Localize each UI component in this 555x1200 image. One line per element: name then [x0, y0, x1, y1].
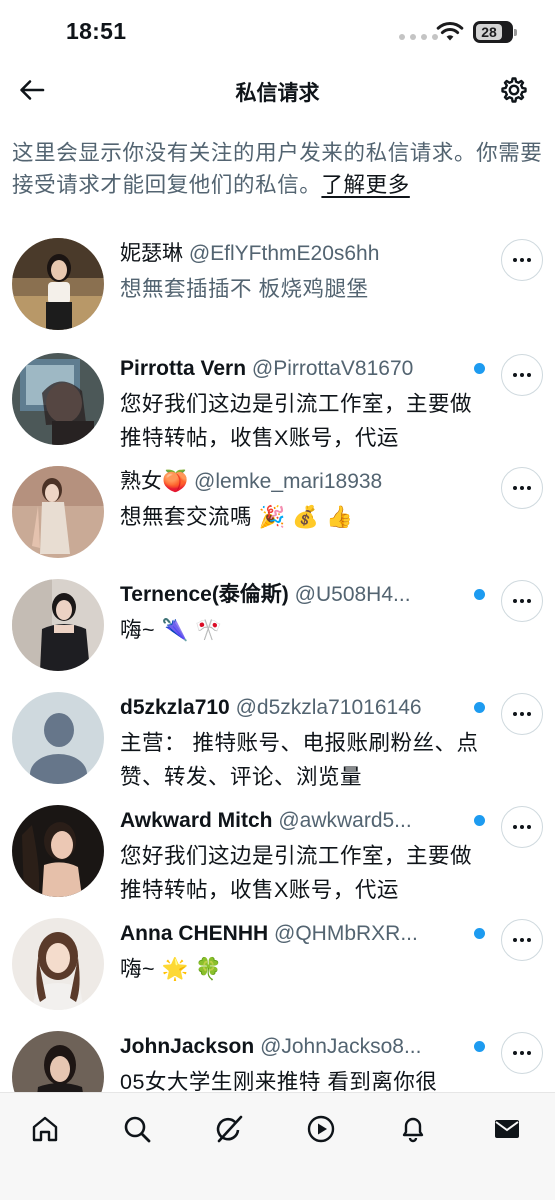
page-title: 私信请求: [235, 82, 320, 105]
list-item[interactable]: 熟女🍑 @lemke_mari18938 想無套交流嗎 🎉 💰 👍: [0, 464, 555, 574]
unread-indicator: [474, 589, 485, 600]
intro-text: 这里会显示你没有关注的用户发来的私信请求。你需要接受请求才能回复他们的私信。了解…: [12, 137, 547, 201]
display-name: Anna CHENHH: [120, 922, 269, 945]
user-handle: @lemke_mari18938: [194, 470, 383, 493]
more-options-button[interactable]: [501, 806, 543, 848]
grok-icon: [216, 1115, 243, 1143]
cellular-signal-icon: [399, 34, 438, 40]
list-item[interactable]: d5zkzla710 @d5zkzla71016146 主营： 推特账号、电报账…: [0, 690, 555, 800]
message-preview: 想無套交流嗎 🎉 💰 👍: [120, 505, 354, 529]
message-preview: 您好我们这边是引流工作室，主要做推特转帖，收售X账号，代运: [120, 392, 473, 450]
bottom-tab-bar: [0, 1092, 555, 1200]
more-options-button[interactable]: [501, 693, 543, 735]
intro-description: 这里会显示你没有关注的用户发来的私信请求。你需要接受请求才能回复他们的私信。: [12, 141, 543, 197]
tab-home[interactable]: [23, 1107, 67, 1151]
more-dots-icon: [513, 938, 517, 942]
unread-indicator: [474, 702, 485, 713]
unread-indicator: [474, 1041, 485, 1052]
video-icon: [307, 1115, 335, 1143]
more-dots-icon: [513, 258, 517, 262]
wifi-icon: [436, 21, 464, 41]
mail-icon: [495, 1120, 519, 1138]
list-item[interactable]: Anna CHENHH @QHMbRXR... 嗨~ 🌟 🍀: [0, 916, 555, 1026]
more-dots-icon: [513, 373, 517, 377]
more-options-button[interactable]: [501, 239, 543, 281]
user-handle: @awkward5...: [278, 809, 412, 832]
tab-video[interactable]: [299, 1107, 343, 1151]
unread-indicator: [474, 815, 485, 826]
display-name: d5zkzla710: [120, 696, 230, 719]
more-dots-icon: [513, 712, 517, 716]
more-options-button[interactable]: [501, 467, 543, 509]
message-preview: 您好我们这边是引流工作室，主要做推特转帖，收售X账号，代运: [120, 844, 473, 902]
gear-icon: [501, 77, 527, 103]
name-line: d5zkzla710 @d5zkzla71016146: [120, 694, 464, 722]
user-handle: @U508H4...: [294, 583, 411, 606]
more-dots-icon: [513, 825, 517, 829]
name-line: 妮瑟琳 @EflYFthmE20s6hh: [120, 240, 464, 268]
avatar[interactable]: [12, 918, 104, 1010]
display-name: Awkward Mitch: [120, 809, 273, 832]
name-line: 熟女🍑 @lemke_mari18938: [120, 468, 464, 496]
battery-level: 28: [476, 24, 502, 40]
more-options-button[interactable]: [501, 580, 543, 622]
more-options-button[interactable]: [501, 919, 543, 961]
search-icon: [124, 1116, 151, 1143]
default-avatar-icon[interactable]: [12, 692, 104, 784]
tab-search[interactable]: [115, 1107, 159, 1151]
display-name: 熟女🍑: [120, 470, 189, 493]
name-line: JohnJackson @JohnJackso8...: [120, 1033, 464, 1061]
more-dots-icon: [513, 1051, 517, 1055]
avatar[interactable]: [12, 466, 104, 558]
list-item[interactable]: Ternence(泰倫斯) @U508H4... 嗨~ 🌂 🎌: [0, 577, 555, 687]
avatar[interactable]: [12, 579, 104, 671]
more-dots-icon: [513, 599, 517, 603]
display-name: 妮瑟琳: [120, 242, 183, 265]
user-handle: @EflYFthmE20s6hh: [188, 242, 380, 265]
learn-more-link[interactable]: 了解更多: [321, 173, 409, 197]
display-name: Ternence(泰倫斯): [120, 583, 289, 606]
more-options-button[interactable]: [501, 354, 543, 396]
message-preview: 主营： 推特账号、电报账刷粉丝、点赞、转发、评论、浏览量: [120, 731, 479, 789]
display-name: JohnJackson: [120, 1035, 255, 1058]
header: 私信请求: [0, 62, 555, 118]
battery-icon: 28: [473, 21, 517, 43]
unread-indicator: [474, 363, 485, 374]
avatar[interactable]: [12, 805, 104, 897]
more-options-button[interactable]: [501, 1032, 543, 1074]
avatar[interactable]: [12, 353, 104, 445]
bell-icon: [402, 1117, 424, 1143]
tab-grok[interactable]: [207, 1107, 251, 1151]
more-dots-icon: [513, 486, 517, 490]
user-handle: @JohnJackso8...: [260, 1035, 422, 1058]
message-preview: 嗨~ 🌂 🎌: [120, 618, 223, 642]
display-name: Pirrotta Vern: [120, 357, 247, 380]
tab-notifications[interactable]: [391, 1107, 435, 1151]
status-bar: 18:51 28: [0, 0, 555, 62]
name-line: Awkward Mitch @awkward5...: [120, 807, 464, 835]
list-item[interactable]: Awkward Mitch @awkward5... 您好我们这边是引流工作室，…: [0, 803, 555, 913]
tab-messages[interactable]: [485, 1107, 529, 1151]
status-time: 18:51: [66, 18, 127, 44]
user-handle: @d5zkzla71016146: [235, 696, 422, 719]
user-handle: @QHMbRXR...: [274, 922, 418, 945]
message-preview: 想無套插插不 板烧鸡腿堡: [120, 277, 369, 301]
user-handle: @PirrottaV81670: [251, 357, 414, 380]
name-line: Anna CHENHH @QHMbRXR...: [120, 920, 464, 948]
settings-button[interactable]: [495, 72, 531, 108]
name-line: Ternence(泰倫斯) @U508H4...: [120, 581, 464, 609]
home-icon: [32, 1116, 58, 1142]
unread-indicator: [474, 928, 485, 939]
name-line: Pirrotta Vern @PirrottaV81670: [120, 355, 464, 383]
list-item[interactable]: Pirrotta Vern @PirrottaV81670 您好我们这边是引流工…: [0, 351, 555, 461]
message-preview: 嗨~ 🌟 🍀: [120, 957, 223, 981]
list-item[interactable]: 妮瑟琳 @EflYFthmE20s6hh 想無套插插不 板烧鸡腿堡: [0, 236, 555, 346]
avatar[interactable]: [12, 238, 104, 330]
